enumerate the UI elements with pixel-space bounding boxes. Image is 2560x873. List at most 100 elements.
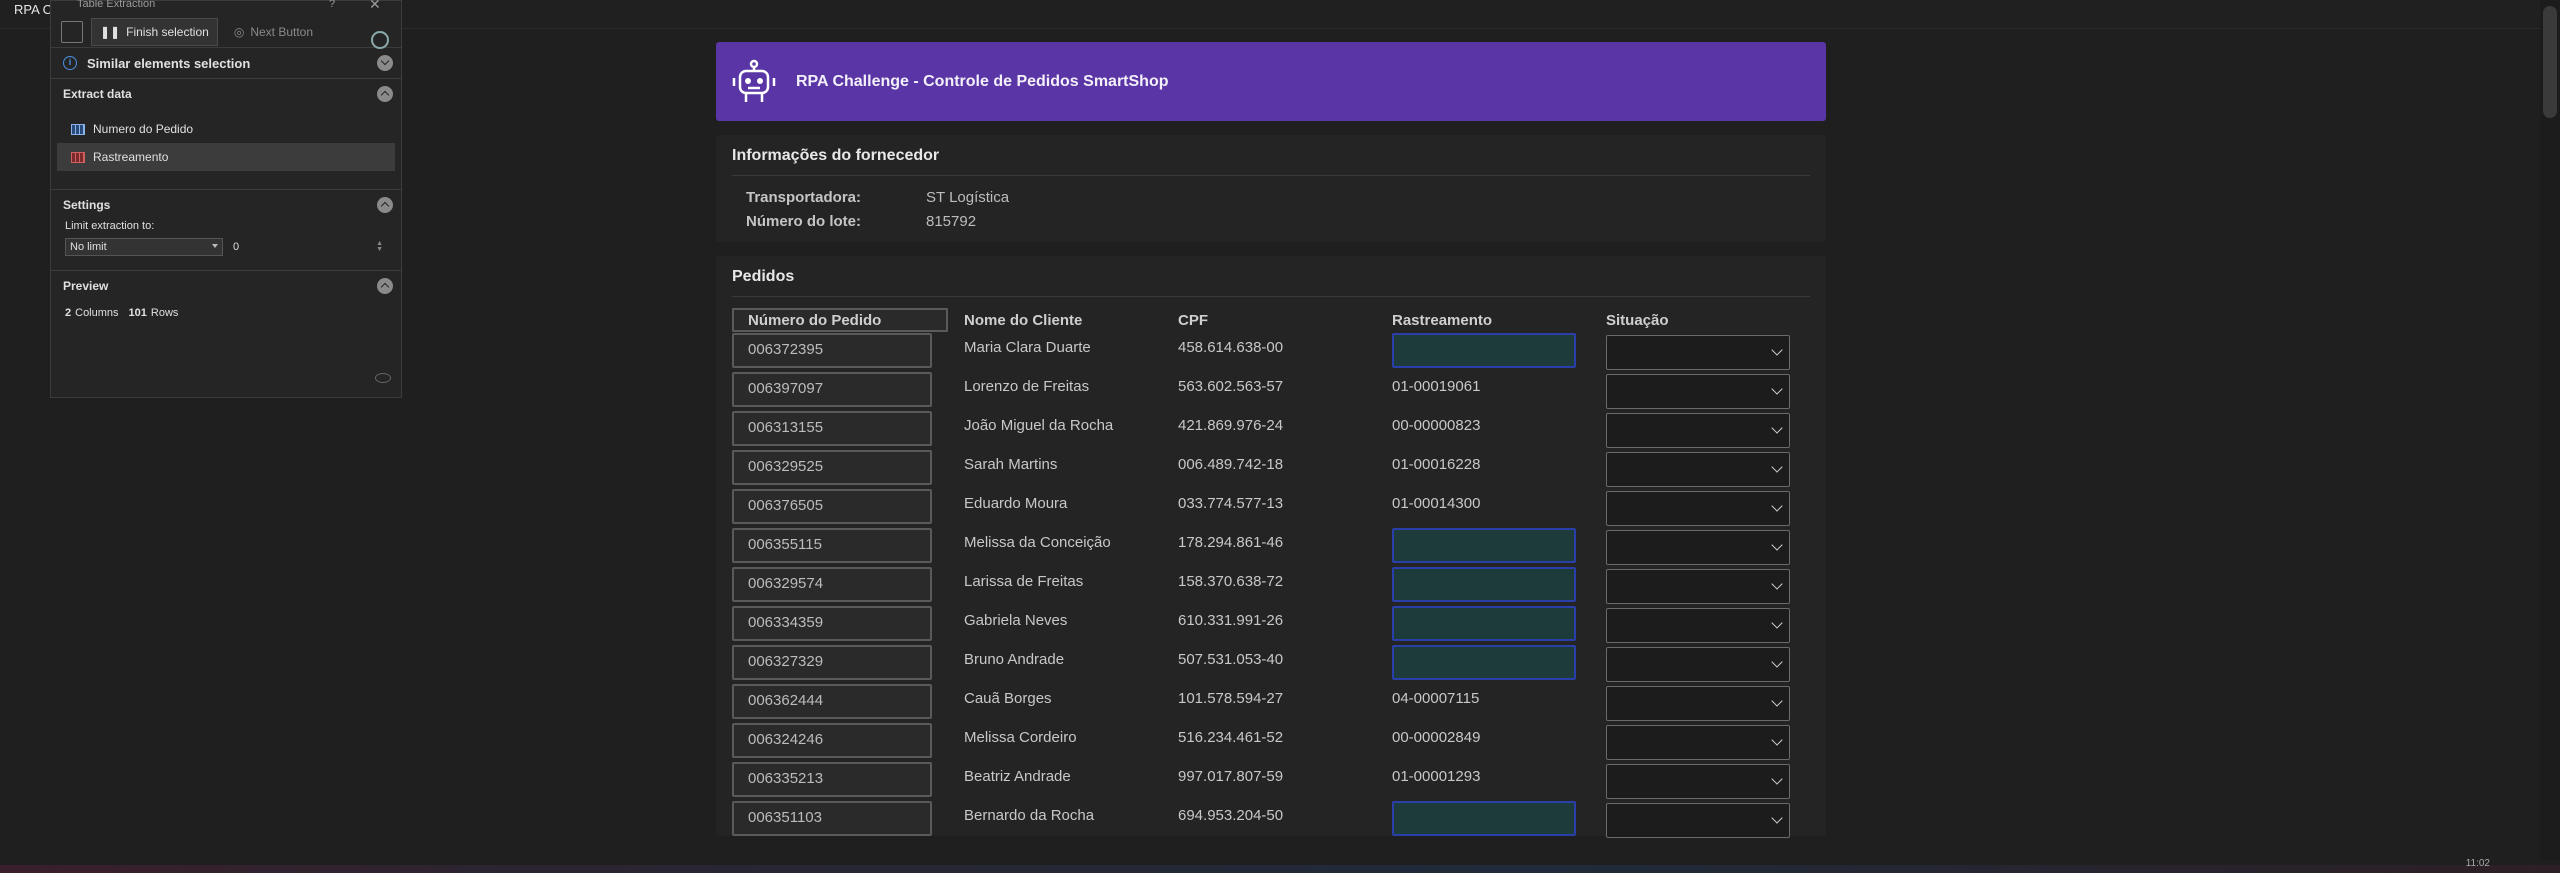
cpf-cell: 006.489.742-18 [1162,450,1376,489]
orders-heading: Pedidos [732,268,1810,297]
page-scrollbar[interactable] [2540,0,2560,860]
tracking-text: 01-00001293 [1392,768,1481,785]
order-id-field[interactable]: 006376505 [732,489,932,524]
client-name: Maria Clara Duarte [964,339,1091,356]
table-extraction-panel: Table Extraction ? ✕ ❚❚ Finish selection … [50,0,402,398]
tracking-input[interactable] [1392,567,1576,602]
close-icon[interactable]: ✕ [369,0,381,13]
panel-title: Table Extraction [77,0,156,10]
collapse-icon[interactable] [377,278,393,294]
preview-summary: 2 Columns 101 Rows [65,307,179,319]
tracking-text: 00-00002849 [1392,729,1481,746]
cpf-value: 516.234.461-52 [1178,729,1284,746]
order-id-field[interactable]: 006329525 [732,450,932,485]
order-id-field[interactable]: 006313155 [732,411,932,446]
scrollbar-thumb[interactable] [2543,6,2557,118]
status-select[interactable] [1606,491,1790,526]
column-header: Situação [1606,311,1669,329]
order-id-field[interactable]: 006324246 [732,723,932,758]
app-header: RPA Challenge - Controle de Pedidos Smar… [716,42,1826,121]
similar-elements-header[interactable]: i Similar elements selection [51,48,401,78]
status-select[interactable] [1606,608,1790,643]
tracking-cell [1376,801,1590,840]
tracking-input[interactable] [1392,606,1576,641]
order-id-field[interactable]: 006327329 [732,645,932,680]
cpf-cell: 694.953.204-50 [1162,801,1376,840]
status-select[interactable] [1606,764,1790,799]
status-select[interactable] [1606,686,1790,721]
cpf-value: 033.774.577-13 [1178,495,1284,512]
table-header-row: Número do Pedido Nome do Cliente CPF Ras… [732,307,1806,333]
robot-icon [732,59,776,102]
order-id-field[interactable]: 006372395 [732,333,932,368]
cpf-cell: 421.869.976-24 [1162,411,1376,450]
order-id-cell: 006372395 [732,333,948,372]
save-icon[interactable] [61,21,83,43]
status-cell [1590,567,1806,606]
tracking-input[interactable] [1392,801,1576,836]
order-id-field[interactable]: 006362444 [732,684,932,719]
client-name-cell: Maria Clara Duarte [948,333,1162,372]
status-select[interactable] [1606,569,1790,604]
expand-icon[interactable] [377,55,393,71]
tracking-input[interactable] [1392,528,1576,563]
batch-value: 815792 [926,213,977,230]
limit-number-input[interactable]: 0 ▲ ▼ [233,240,383,253]
field-item-rastreamento[interactable]: Rastreamento [57,143,395,171]
order-id-cell: 006329574 [732,567,948,606]
eye-icon[interactable] [375,373,391,383]
client-name: Cauã Borges [964,690,1052,707]
status-select[interactable] [1606,413,1790,448]
finish-selection-button[interactable]: ❚❚ Finish selection [91,18,218,46]
status-select[interactable] [1606,335,1790,370]
tracking-text: 01-00016228 [1392,456,1481,473]
status-select[interactable] [1606,374,1790,409]
status-select[interactable] [1606,725,1790,760]
tracking-cell: 04-00007115 [1376,684,1590,723]
refresh-icon[interactable] [371,31,389,49]
collapse-icon[interactable] [377,86,393,102]
client-name: Bruno Andrade [964,651,1065,668]
stepper-icon[interactable]: ▲ ▼ [376,240,383,253]
cpf-cell: 158.370.638-72 [1162,567,1376,606]
collapse-icon[interactable] [377,197,393,213]
settings-header[interactable]: Settings [51,190,401,220]
client-name: Melissa Cordeiro [964,729,1077,746]
help-icon[interactable]: ? [329,0,335,10]
supplier-card: Informações do fornecedor Transportadora… [716,135,1826,242]
chevron-down-icon [1771,344,1783,356]
status-cell [1590,606,1806,645]
tracking-cell: 01-00019061 [1376,372,1590,411]
status-select[interactable] [1606,530,1790,565]
next-button-button[interactable]: ◎ Next Button [226,19,321,45]
tracking-input[interactable] [1392,333,1576,368]
tracking-text: 04-00007115 [1392,690,1480,707]
preview-header[interactable]: Preview [51,271,401,301]
order-id-field[interactable]: 006397097 [732,372,932,407]
status-cell [1590,489,1806,528]
chevron-down-icon [1771,812,1783,824]
status-cell [1590,645,1806,684]
tracking-input[interactable] [1392,645,1576,680]
cpf-value: 610.331.991-26 [1178,612,1284,629]
order-id-field[interactable]: 006334359 [732,606,932,641]
field-item-numero-pedido[interactable]: Numero do Pedido [57,115,395,143]
limit-dropdown[interactable]: No limit [65,238,223,256]
cpf-cell: 178.294.861-46 [1162,528,1376,567]
os-taskbar: 11:02 [0,858,2560,873]
status-select[interactable] [1606,647,1790,682]
order-id-field[interactable]: 006329574 [732,567,932,602]
order-id-cell: 006355115 [732,528,948,567]
order-id-field[interactable]: 006335213 [732,762,932,797]
status-select[interactable] [1606,452,1790,487]
extract-data-header[interactable]: Extract data [51,79,401,109]
client-name: Gabriela Neves [964,612,1068,629]
order-id-cell: 006324246 [732,723,948,762]
order-id-field[interactable]: 006355115 [732,528,932,563]
tracking-cell [1376,645,1590,684]
order-id-field[interactable]: 006351103 [732,801,932,836]
status-select[interactable] [1606,803,1790,838]
carrier-value: ST Logística [926,189,1010,206]
order-id-cell: 006329525 [732,450,948,489]
orders-table: Número do Pedido Nome do Cliente CPF Ras… [732,307,1806,840]
